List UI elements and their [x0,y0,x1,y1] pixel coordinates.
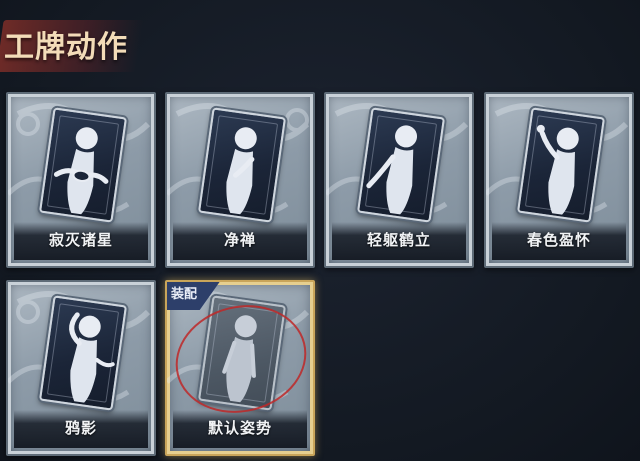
emote-panel: 工牌动作 寂灭诸星 净禅 轻躯鹤立 春色盈怀 鸦影 装配 默认姿势 [0,0,640,461]
emote-portrait [38,107,128,223]
emote-label-bar: 默认姿势 [173,410,307,448]
emote-card-5[interactable]: 鸦影 [6,280,156,456]
emote-card-3[interactable]: 轻躯鹤立 [324,92,474,268]
emote-label: 轻躯鹤立 [366,231,431,249]
emote-label: 春色盈怀 [526,231,591,249]
emote-portrait [516,107,606,223]
emote-portrait [356,107,446,223]
section-header: 工牌动作 [0,12,150,76]
emote-portrait [38,295,128,411]
emote-portrait [197,295,287,411]
emote-label: 净禅 [223,231,256,249]
emote-label-bar: 净禅 [173,222,307,260]
emote-card-4[interactable]: 春色盈怀 [484,92,634,268]
emote-portrait [197,107,287,223]
pose-hand-chest-icon [226,127,257,215]
emote-label: 寂灭诸星 [48,231,113,249]
emote-label-bar: 春色盈怀 [492,222,626,260]
emote-label: 默认姿势 [207,419,272,437]
pose-arm-raised-flower-icon [536,124,579,215]
pose-default-icon [222,315,257,403]
emote-card-6-equipped[interactable]: 装配 默认姿势 [165,280,315,456]
emote-label-bar: 鸦影 [14,410,148,448]
section-title: 工牌动作 [4,30,128,65]
pose-arm-down-icon [366,125,418,215]
emote-label: 鸦影 [64,419,97,437]
pose-hands-front-icon [53,127,109,215]
emote-label-bar: 寂灭诸星 [14,222,148,260]
emote-card-2[interactable]: 净禅 [165,92,315,268]
pose-hand-head-icon [69,312,115,403]
emote-label-bar: 轻躯鹤立 [332,222,466,260]
emote-card-1[interactable]: 寂灭诸星 [6,92,156,268]
